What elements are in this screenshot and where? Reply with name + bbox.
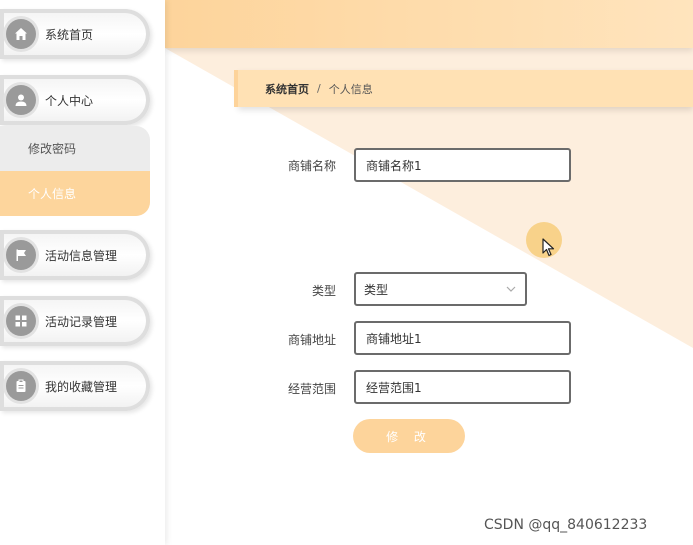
mouse-cursor-icon xyxy=(542,238,555,257)
sidebar-item-label: 活动信息管理 xyxy=(45,248,118,263)
business-scope-label: 经营范围 xyxy=(287,382,336,396)
type-select-value: 类型 xyxy=(364,282,389,297)
type-label: 类型 xyxy=(311,284,336,298)
shop-address-input[interactable] xyxy=(354,321,571,355)
modify-button[interactable]: 修 改 xyxy=(353,419,465,453)
breadcrumb-separator: / xyxy=(317,82,321,95)
home-icon xyxy=(6,19,36,49)
submenu-item-personal-info[interactable]: 个人信息 xyxy=(0,171,150,216)
personal-center-submenu: 修改密码 个人信息 xyxy=(0,126,150,216)
shop-name-input[interactable] xyxy=(354,148,571,182)
shop-name-label: 商铺名称 xyxy=(287,159,336,173)
type-select[interactable]: 类型 xyxy=(354,272,527,306)
sidebar-item-label: 活动记录管理 xyxy=(45,314,118,329)
sidebar-item-activity-records[interactable]: 活动记录管理 xyxy=(0,296,150,346)
top-header-bar xyxy=(165,0,693,48)
breadcrumb-home-link[interactable]: 系统首页 xyxy=(265,81,309,97)
user-icon xyxy=(6,85,36,115)
breadcrumb-current: 个人信息 xyxy=(328,82,373,96)
watermark: CSDN @qq_840612233 xyxy=(484,517,648,533)
sidebar-item-label: 个人中心 xyxy=(45,93,94,108)
sidebar-item-personal-center[interactable]: 个人中心 xyxy=(0,75,150,125)
flag-icon xyxy=(6,240,36,270)
sidebar-item-label: 我的收藏管理 xyxy=(45,379,118,394)
sidebar-item-home[interactable]: 系统首页 xyxy=(0,9,150,59)
chevron-down-icon xyxy=(506,286,516,292)
grid-icon xyxy=(6,306,36,336)
sidebar-item-label: 系统首页 xyxy=(45,27,94,42)
sidebar-item-my-favorites[interactable]: 我的收藏管理 xyxy=(0,361,150,411)
submenu-item-change-password[interactable]: 修改密码 xyxy=(0,126,150,171)
sidebar-item-activity-info[interactable]: 活动信息管理 xyxy=(0,230,150,280)
sidebar: 系统首页 个人中心 修改密码 个人信息 活动信息管理 活动记录管理 我的收藏管理 xyxy=(0,0,165,545)
business-scope-input[interactable] xyxy=(354,370,571,404)
breadcrumb: 系统首页 / 个人信息 xyxy=(238,70,693,107)
clipboard-icon xyxy=(6,371,36,401)
shop-address-label: 商铺地址 xyxy=(287,333,336,347)
